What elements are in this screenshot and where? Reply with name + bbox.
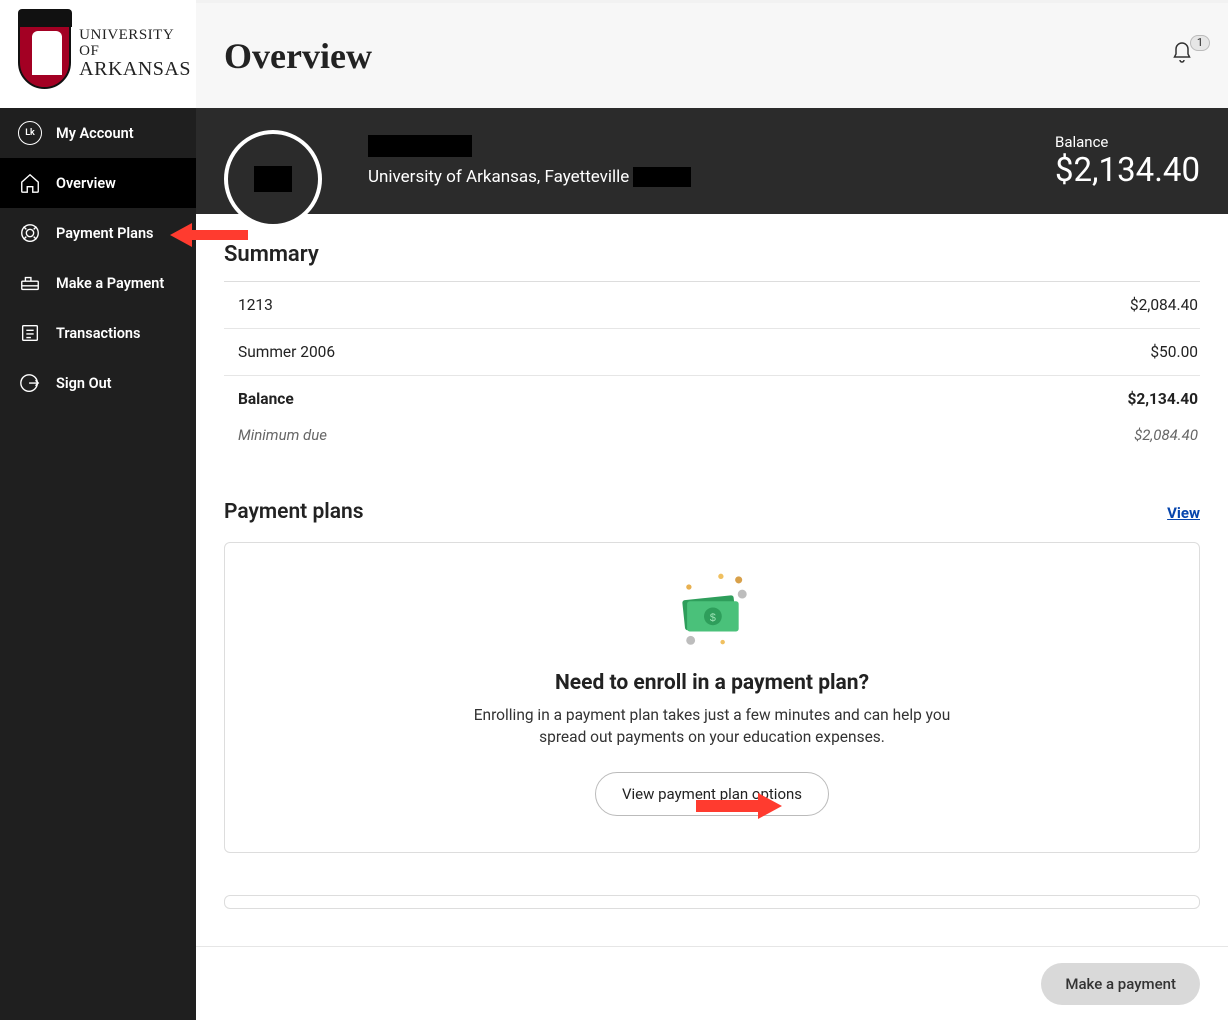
notification-count: 1 xyxy=(1190,35,1210,51)
view-plans-link[interactable]: View xyxy=(1167,504,1200,522)
sidebar-item-overview[interactable]: Overview xyxy=(0,158,196,208)
summary-row: 1213 $2,084.40 xyxy=(224,282,1200,329)
notifications-button[interactable]: 1 xyxy=(1170,41,1200,71)
plan-enroll-question: Need to enroll in a payment plan? xyxy=(245,671,1179,695)
sidebar-item-sign-out[interactable]: Sign Out xyxy=(0,358,196,408)
summary-row-label: Summer 2006 xyxy=(238,343,335,361)
university-line: University of Arkansas, Fayetteville xyxy=(368,167,691,188)
campus-redacted xyxy=(633,167,691,187)
summary-row-label: 1213 xyxy=(238,296,273,314)
money-icon: $ xyxy=(245,571,1179,651)
sidebar-item-label: Sign Out xyxy=(56,375,112,392)
summary-min-due-row: Minimum due $2,084.40 xyxy=(224,422,1200,458)
top-bar: Overview 1 xyxy=(196,0,1228,108)
logo-text: UNIVERSITY OF ARKANSAS xyxy=(79,28,196,81)
page-title: Overview xyxy=(224,35,372,77)
sidebar: Lk My Account Overview Payment Plans Mak… xyxy=(0,108,196,1020)
home-icon xyxy=(18,172,42,194)
plan-enroll-subtext: Enrolling in a payment plan takes just a… xyxy=(452,705,972,748)
sidebar-item-my-account[interactable]: Lk My Account xyxy=(0,108,196,158)
summary-total-label: Balance xyxy=(238,390,294,408)
brand-logo: UNIVERSITY OF ARKANSAS xyxy=(0,0,196,108)
sign-out-icon xyxy=(18,372,42,394)
make-a-payment-button[interactable]: Make a payment xyxy=(1041,963,1200,1005)
svg-text:$: $ xyxy=(710,612,716,624)
view-payment-plan-options-button[interactable]: View payment plan options xyxy=(595,772,829,816)
summary-row: Summer 2006 $50.00 xyxy=(224,329,1200,376)
student-name-redacted xyxy=(368,135,472,157)
footer-bar: Make a payment xyxy=(196,946,1228,1020)
sidebar-item-label: My Account xyxy=(56,125,134,142)
next-card-peek xyxy=(224,895,1200,909)
account-avatar-icon: Lk xyxy=(18,121,42,145)
receipt-icon xyxy=(18,322,42,344)
summary-table: 1213 $2,084.40 Summer 2006 $50.00 Balanc… xyxy=(224,281,1200,458)
sidebar-item-transactions[interactable]: Transactions xyxy=(0,308,196,358)
sidebar-item-label: Transactions xyxy=(56,325,140,342)
profile-banner: University of Arkansas, Fayetteville Bal… xyxy=(196,108,1228,214)
avatar-redacted xyxy=(254,166,292,192)
logo-shield-icon xyxy=(18,19,71,89)
sidebar-item-label: Make a Payment xyxy=(56,275,164,292)
cash-register-icon xyxy=(18,272,42,294)
payment-plans-card: $ Need to enroll in a payment plan? Enro… xyxy=(224,542,1200,853)
payment-plans-heading: Payment plans xyxy=(224,500,364,524)
balance-amount: $2,134.40 xyxy=(1055,151,1200,190)
sidebar-item-payment-plans[interactable]: Payment Plans xyxy=(0,208,196,258)
min-due-amount: $2,084.40 xyxy=(1134,426,1198,444)
summary-row-amount: $50.00 xyxy=(1150,343,1198,361)
sidebar-item-make-payment[interactable]: Make a Payment xyxy=(0,258,196,308)
logo-line2: ARKANSAS xyxy=(79,59,196,80)
logo-line1: UNIVERSITY OF xyxy=(79,28,196,60)
summary-total-amount: $2,134.40 xyxy=(1127,390,1198,408)
summary-row-amount: $2,084.40 xyxy=(1130,296,1198,314)
lifebuoy-icon xyxy=(18,222,42,244)
sidebar-item-label: Payment Plans xyxy=(56,225,154,242)
summary-total-row: Balance $2,134.40 xyxy=(224,376,1200,422)
balance-block: Balance $2,134.40 xyxy=(1055,133,1200,190)
main-content: University of Arkansas, Fayetteville Bal… xyxy=(196,108,1228,1020)
summary-heading: Summary xyxy=(224,242,1200,267)
sidebar-item-label: Overview xyxy=(56,175,116,192)
avatar xyxy=(224,130,322,228)
balance-label: Balance xyxy=(1055,133,1200,151)
min-due-label: Minimum due xyxy=(238,426,327,444)
